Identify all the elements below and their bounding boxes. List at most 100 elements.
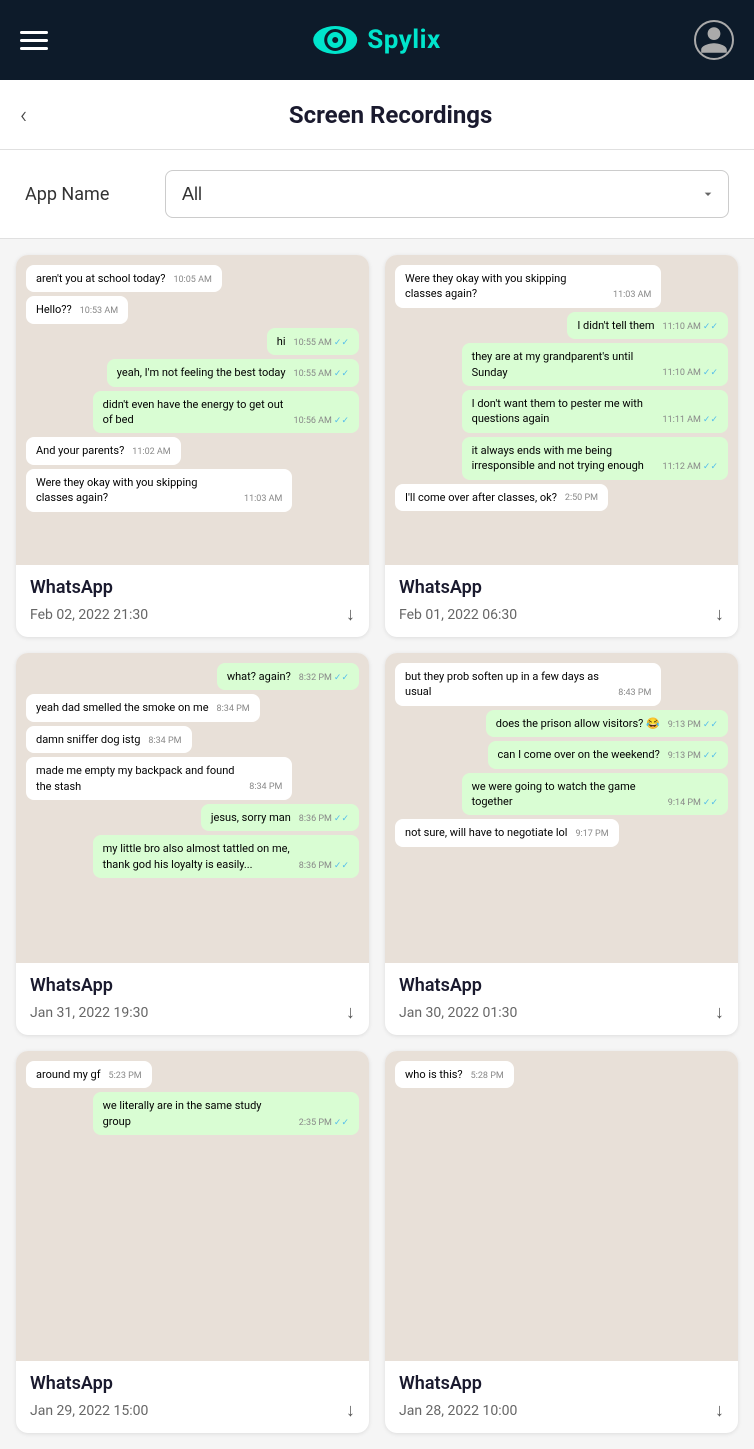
card-date: Feb 01, 2022 06:30 bbox=[399, 607, 517, 623]
download-button[interactable]: ↓ bbox=[346, 1002, 355, 1023]
bubble-text: it always ends with me being irresponsib… bbox=[472, 443, 655, 474]
user-icon bbox=[698, 24, 730, 56]
bubble-time: 8:34 PM bbox=[217, 703, 250, 716]
read-ticks: ✓✓ bbox=[703, 719, 718, 732]
card-info: WhatsAppJan 29, 2022 15:00↓ bbox=[16, 1361, 369, 1433]
bubble-text: Were they okay with you skipping classes… bbox=[405, 271, 605, 302]
recording-card: around my gf5:23 PM we literally are in t… bbox=[16, 1051, 369, 1433]
message-row: they are at my grandparent's until Sunda… bbox=[395, 343, 728, 390]
card-date: Jan 28, 2022 10:00 bbox=[399, 1403, 517, 1419]
read-ticks: ✓✓ bbox=[703, 750, 718, 763]
chat-bubble: Hello?? 10:53 AM bbox=[26, 296, 128, 323]
bubble-time: 8:34 PM bbox=[148, 735, 181, 748]
message-row: yeah dad smelled the smoke on me8:34 PM bbox=[26, 694, 359, 725]
chat-bubble: what? again?8:32 PM✓✓ bbox=[217, 663, 359, 690]
chat-bubble: jesus, sorry man 8:36 PM✓✓ bbox=[201, 804, 359, 831]
chat-preview: Were they okay with you skipping classes… bbox=[385, 255, 738, 565]
message-row: what? again?8:32 PM✓✓ bbox=[26, 663, 359, 694]
recordings-grid: aren't you at school today?10:05 AM Hello… bbox=[0, 239, 754, 1449]
logo-icon bbox=[313, 26, 357, 54]
read-ticks: ✓✓ bbox=[703, 797, 718, 810]
chat-bubble: around my gf5:23 PM bbox=[26, 1061, 152, 1088]
chat-preview: around my gf5:23 PM we literally are in t… bbox=[16, 1051, 369, 1361]
bubble-text: who is this? bbox=[405, 1067, 463, 1082]
message-row: we were going to watch the game together… bbox=[395, 773, 728, 820]
read-ticks: ✓✓ bbox=[703, 367, 718, 380]
message-row: we literally are in the same study group… bbox=[26, 1092, 359, 1139]
app-logo: Spylix bbox=[313, 25, 441, 55]
read-ticks: ✓✓ bbox=[334, 368, 349, 381]
chat-bubble: yeah, I'm not feeling the best today 10:5… bbox=[107, 359, 359, 386]
chat-bubble: aren't you at school today?10:05 AM bbox=[26, 265, 222, 292]
card-date-row: Jan 28, 2022 10:00 ↓ bbox=[399, 1400, 724, 1421]
message-row: I didn't tell them11:10 AM✓✓ bbox=[395, 312, 728, 343]
bubble-time: 11:02 AM bbox=[132, 446, 170, 459]
chat-bubble: my little bro also almost tattled on me,… bbox=[93, 835, 359, 878]
bubble-time: 11:10 AM bbox=[663, 367, 701, 380]
download-button[interactable]: ↓ bbox=[715, 604, 724, 625]
bubble-time: 9:17 PM bbox=[575, 828, 608, 841]
chat-bubble: they are at my grandparent's until Sunda… bbox=[462, 343, 728, 386]
recording-card: who is this?5:28 PMWhatsAppJan 28, 2022 … bbox=[385, 1051, 738, 1433]
message-row: Hello?? 10:53 AM bbox=[26, 296, 359, 327]
chat-bubble: can I come over on the weekend?9:13 PM✓✓ bbox=[488, 741, 728, 768]
download-button[interactable]: ↓ bbox=[346, 1400, 355, 1421]
message-row: didn't even have the energy to get out o… bbox=[26, 391, 359, 438]
read-ticks: ✓✓ bbox=[334, 337, 349, 350]
card-date: Jan 31, 2022 19:30 bbox=[30, 1005, 148, 1021]
chat-preview: what? again?8:32 PM✓✓ yeah dad smelled th… bbox=[16, 653, 369, 963]
bubble-text: what? again? bbox=[227, 669, 291, 684]
bubble-text: aren't you at school today? bbox=[36, 271, 165, 286]
download-button[interactable]: ↓ bbox=[715, 1400, 724, 1421]
message-row: can I come over on the weekend?9:13 PM✓✓ bbox=[395, 741, 728, 772]
download-button[interactable]: ↓ bbox=[715, 1002, 724, 1023]
bubble-text: but they prob soften up in a few days as… bbox=[405, 669, 610, 700]
chat-bubble: Were they okay with you skipping classes… bbox=[26, 469, 292, 512]
bubble-time: 11:11 AM bbox=[663, 414, 701, 427]
read-ticks: ✓✓ bbox=[703, 321, 718, 334]
message-row: I don't want them to pester me with ques… bbox=[395, 390, 728, 437]
filter-row: App Name All WhatsApp Instagram Facebook bbox=[0, 150, 754, 239]
bubble-text: yeah, I'm not feeling the best today bbox=[117, 365, 286, 380]
card-info: WhatsAppJan 30, 2022 01:30↓ bbox=[385, 963, 738, 1035]
card-info: WhatsAppFeb 02, 2022 21:30↓ bbox=[16, 565, 369, 637]
chat-bubble: And your parents?11:02 AM bbox=[26, 437, 181, 464]
menu-button[interactable] bbox=[20, 31, 48, 50]
read-ticks: ✓✓ bbox=[334, 860, 349, 873]
download-button[interactable]: ↓ bbox=[346, 604, 355, 625]
message-row: And your parents?11:02 AM bbox=[26, 437, 359, 468]
card-app-name: WhatsApp bbox=[30, 975, 355, 996]
bubble-time: 10:55 AM bbox=[294, 368, 332, 381]
read-ticks: ✓✓ bbox=[334, 813, 349, 826]
bubble-time: 5:23 PM bbox=[109, 1070, 142, 1083]
bubble-time: 2:50 PM bbox=[565, 492, 598, 505]
back-button[interactable]: ‹ bbox=[20, 101, 27, 129]
bubble-time: 8:36 PM bbox=[299, 813, 332, 826]
bubble-text: does the prison allow visitors? 😂 bbox=[496, 716, 660, 731]
bubble-text: jesus, sorry man bbox=[211, 810, 291, 825]
card-date: Jan 29, 2022 15:00 bbox=[30, 1403, 148, 1419]
card-app-name: WhatsApp bbox=[399, 577, 724, 598]
card-date-row: Jan 29, 2022 15:00 ↓ bbox=[30, 1400, 355, 1421]
message-row: around my gf5:23 PM bbox=[26, 1061, 359, 1092]
user-avatar[interactable] bbox=[694, 20, 734, 60]
bubble-text: can I come over on the weekend? bbox=[498, 747, 660, 762]
read-ticks: ✓✓ bbox=[703, 461, 718, 474]
bubble-text: made me empty my backpack and found the … bbox=[36, 763, 241, 794]
message-row: damn sniffer dog istg8:34 PM bbox=[26, 726, 359, 757]
filter-label: App Name bbox=[25, 184, 145, 205]
read-ticks: ✓✓ bbox=[334, 672, 349, 685]
chat-bubble: but they prob soften up in a few days as… bbox=[395, 663, 661, 706]
app-filter-select[interactable]: All WhatsApp Instagram Facebook bbox=[165, 170, 729, 218]
bubble-text: not sure, will have to negotiate lol bbox=[405, 825, 567, 840]
message-row: but they prob soften up in a few days as… bbox=[395, 663, 728, 710]
card-date: Feb 02, 2022 21:30 bbox=[30, 607, 148, 623]
bubble-time: 10:53 AM bbox=[80, 305, 118, 318]
bubble-time: 11:03 AM bbox=[613, 289, 651, 302]
bubble-text: Hello?? bbox=[36, 302, 72, 317]
read-ticks: ✓✓ bbox=[334, 415, 349, 428]
message-row: my little bro also almost tattled on me,… bbox=[26, 835, 359, 882]
message-row: aren't you at school today?10:05 AM bbox=[26, 265, 359, 296]
page-title: Screen Recordings bbox=[47, 101, 734, 129]
bubble-time: 8:43 PM bbox=[618, 687, 651, 700]
